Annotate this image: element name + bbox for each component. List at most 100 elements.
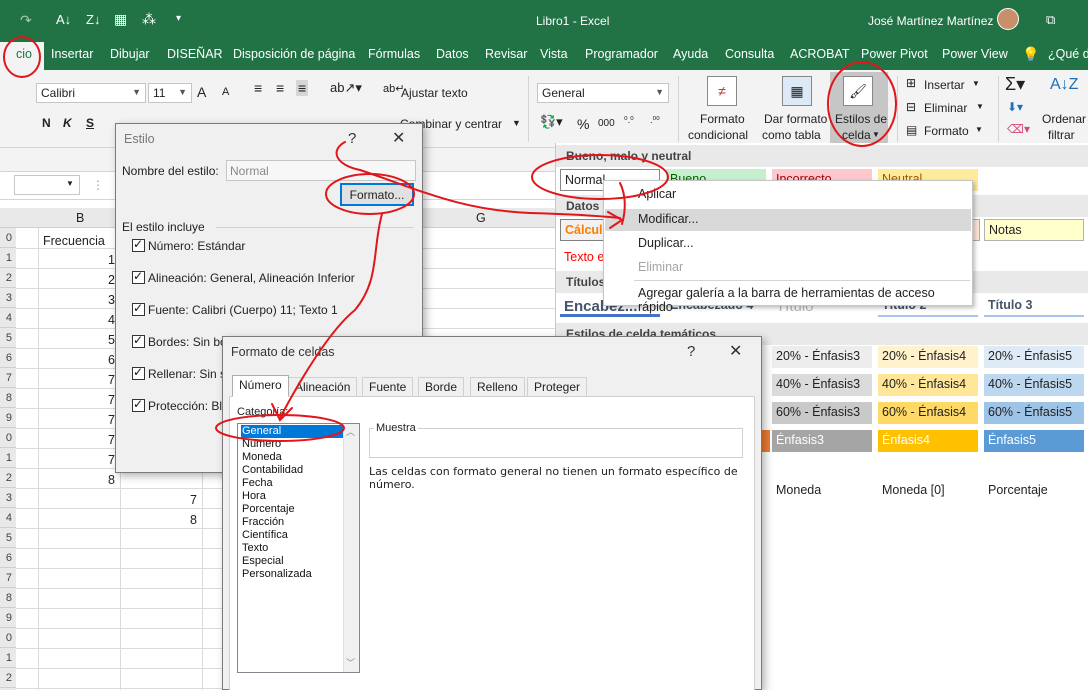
- chevron-down-icon[interactable]: ▼: [976, 102, 984, 111]
- cell-b-value[interactable]: 5: [108, 330, 115, 350]
- fill-icon[interactable]: ⬇▾: [1007, 100, 1023, 114]
- grow-font-button[interactable]: A: [197, 84, 206, 100]
- column-header-g[interactable]: G: [476, 208, 486, 228]
- style-porcentaje[interactable]: Porcentaje: [984, 480, 1084, 502]
- category-item[interactable]: Personalizada: [241, 568, 343, 581]
- tab-fuente[interactable]: Fuente: [362, 377, 414, 396]
- column-header-b[interactable]: B: [76, 208, 84, 228]
- style-enfasis3[interactable]: Énfasis3: [772, 430, 872, 452]
- redo-icon[interactable]: ↷: [20, 12, 32, 29]
- row-header[interactable]: 0: [0, 228, 16, 248]
- row-header[interactable]: 5: [0, 528, 16, 548]
- tab-datos[interactable]: Datos: [436, 47, 469, 61]
- align-bottom-icon[interactable]: ≡: [296, 80, 309, 96]
- font-size-combo[interactable]: 11 ▼: [148, 83, 192, 103]
- conditional-format-label[interactable]: condicional: [688, 128, 748, 142]
- user-name[interactable]: José Martínez Martínez: [868, 14, 993, 28]
- category-item[interactable]: Texto: [241, 542, 343, 555]
- checkbox-rellenar[interactable]: [132, 365, 145, 380]
- style-60-enfasis5[interactable]: 60% - Énfasis5: [984, 402, 1084, 424]
- row-header[interactable]: 2: [0, 468, 16, 488]
- category-item[interactable]: Fecha: [241, 477, 343, 490]
- category-item[interactable]: Científica: [241, 529, 343, 542]
- qat-more-icon[interactable]: ▾: [176, 13, 181, 24]
- tab-disenar[interactable]: DISEÑAR: [167, 47, 223, 61]
- style-20-enfasis4[interactable]: 20% - Énfasis4: [878, 346, 978, 368]
- row-header[interactable]: 9: [0, 608, 16, 628]
- row-header[interactable]: 7: [0, 568, 16, 588]
- style-enfasis-edge[interactable]: [762, 430, 770, 452]
- style-20-enfasis3[interactable]: 20% - Énfasis3: [772, 346, 872, 368]
- table-format-label[interactable]: Dar formato: [764, 112, 827, 126]
- menu-item-duplicate[interactable]: Duplicar...: [605, 233, 971, 255]
- row-header[interactable]: 9: [0, 408, 16, 428]
- cell-b-value[interactable]: 7: [108, 410, 115, 430]
- row-header[interactable]: 4: [0, 308, 16, 328]
- checkbox-fuente[interactable]: [132, 301, 145, 316]
- row-header[interactable]: 0: [0, 628, 16, 648]
- cell-b-value[interactable]: 1: [108, 250, 115, 270]
- wrap-text-button[interactable]: Ajustar texto: [401, 86, 468, 100]
- style-60-enfasis4[interactable]: 60% - Énfasis4: [878, 402, 978, 424]
- row-header[interactable]: 6: [0, 348, 16, 368]
- lightbulb-icon[interactable]: 💡: [1022, 46, 1039, 63]
- tab-power-view[interactable]: Power View: [942, 47, 1008, 61]
- tab-insertar[interactable]: Insertar: [51, 47, 93, 61]
- style-enfasis4[interactable]: Énfasis4: [878, 430, 978, 452]
- scroll-down-icon[interactable]: ﹀: [346, 656, 355, 669]
- cell-styles-label[interactable]: Estilos de: [835, 112, 887, 126]
- checkbox-bordes[interactable]: [132, 333, 145, 348]
- conditional-format-label[interactable]: Formato: [700, 112, 745, 126]
- avatar[interactable]: [997, 8, 1019, 30]
- chevron-down-icon[interactable]: ▼: [975, 125, 983, 134]
- sort-filter-label[interactable]: filtrar: [1048, 128, 1075, 142]
- tab-programador[interactable]: Programador: [585, 47, 658, 61]
- bold-button[interactable]: N: [42, 116, 51, 130]
- category-item[interactable]: Especial: [241, 555, 343, 568]
- tab-borde[interactable]: Borde: [418, 377, 465, 396]
- sort-descending-icon[interactable]: Z↓: [86, 12, 100, 27]
- style-titulo-3[interactable]: Título 3: [984, 295, 1084, 317]
- row-header[interactable]: 8: [0, 388, 16, 408]
- align-top-icon[interactable]: ≡: [254, 80, 262, 96]
- format-cells-button[interactable]: Formato: [924, 124, 969, 138]
- checkbox-proteccion[interactable]: [132, 397, 145, 412]
- tab-dibujar[interactable]: Dibujar: [110, 47, 150, 61]
- scroll-up-icon[interactable]: ︿: [346, 425, 355, 438]
- row-header[interactable]: 2: [0, 268, 16, 288]
- tab-power-pivot[interactable]: Power Pivot: [861, 47, 928, 61]
- row-header[interactable]: 7: [0, 368, 16, 388]
- tab-vista[interactable]: Vista: [540, 47, 568, 61]
- autosum-icon[interactable]: Σ▾: [1005, 74, 1025, 95]
- row-header[interactable]: 3: [0, 288, 16, 308]
- cell-styles-label[interactable]: celda: [842, 128, 871, 142]
- table-format-label[interactable]: como tabla: [762, 128, 821, 142]
- close-icon[interactable]: ✕: [729, 341, 742, 361]
- cell-b-value[interactable]: 3: [108, 290, 115, 310]
- row-header[interactable]: 3: [0, 488, 16, 508]
- cell-b-value[interactable]: 4: [108, 310, 115, 330]
- tab-disposicion[interactable]: Disposición de página: [233, 47, 355, 61]
- style-40-enfasis3[interactable]: 40% - Énfasis3: [772, 374, 872, 396]
- underline-button[interactable]: S: [86, 116, 94, 130]
- row-header[interactable]: 6: [0, 548, 16, 568]
- close-icon[interactable]: ✕: [392, 128, 405, 148]
- menu-item-add-gallery[interactable]: Agregar galería a la barra de herramient…: [605, 283, 971, 314]
- sort-filter-label[interactable]: Ordenar y: [1042, 112, 1088, 126]
- comma-style-button[interactable]: 000: [598, 118, 615, 129]
- category-item[interactable]: Porcentaje: [241, 503, 343, 516]
- row-header[interactable]: 5: [0, 328, 16, 348]
- scrollbar[interactable]: [343, 424, 359, 672]
- cell-b-value[interactable]: 2: [108, 270, 115, 290]
- cell-b-value[interactable]: 8: [108, 470, 115, 490]
- chevron-down-icon[interactable]: ▼: [872, 130, 880, 139]
- table-icon[interactable]: ▦: [114, 11, 127, 28]
- row-header[interactable]: 8: [0, 588, 16, 608]
- tab-formulas[interactable]: Fórmulas: [368, 47, 420, 61]
- row-header[interactable]: 1: [0, 248, 16, 268]
- shrink-font-button[interactable]: A: [222, 86, 229, 98]
- orientation-icon[interactable]: ab↗▾: [330, 80, 362, 96]
- row-header[interactable]: 0: [0, 428, 16, 448]
- row-header[interactable]: 1: [0, 648, 16, 668]
- category-item[interactable]: Fracción: [241, 516, 343, 529]
